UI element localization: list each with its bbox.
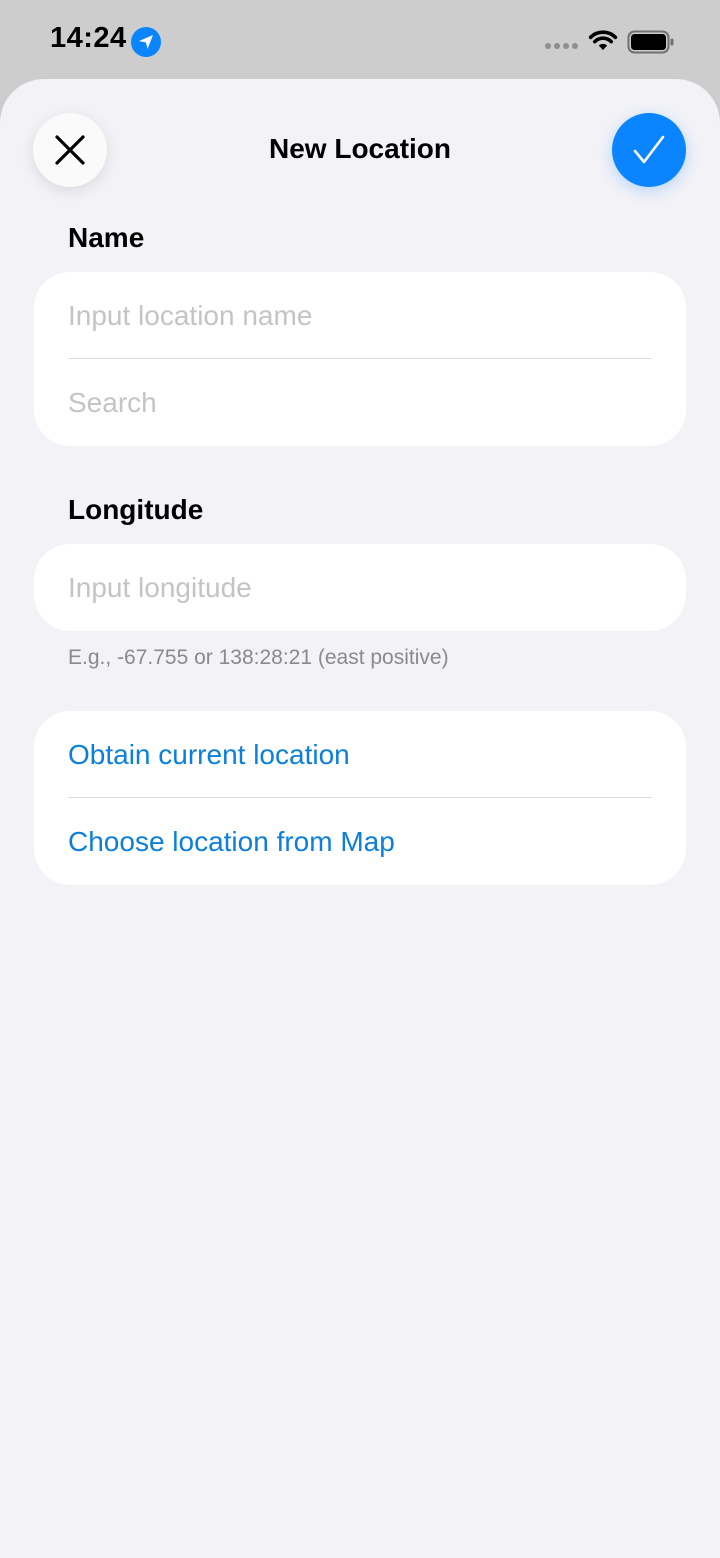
new-location-sheet: New Location Name Longitude E.g., -67.75… <box>0 79 720 1558</box>
name-card <box>34 272 686 446</box>
battery-icon <box>627 30 674 54</box>
cellular-dots-icon <box>545 43 578 49</box>
search-input[interactable] <box>68 359 652 446</box>
longitude-card <box>34 544 686 631</box>
location-actions-card: Obtain current location Choose location … <box>34 711 686 885</box>
longitude-section-label: Longitude <box>68 494 204 525</box>
choose-location-from-map-row[interactable]: Choose location from Map <box>34 798 686 885</box>
obtain-current-location-row[interactable]: Obtain current location <box>34 711 686 798</box>
name-row <box>34 272 686 359</box>
location-name-input[interactable] <box>68 272 652 359</box>
status-time: 14:24 <box>50 22 127 54</box>
location-arrow-icon <box>131 27 161 57</box>
wifi-icon <box>588 30 618 50</box>
longitude-hint: E.g., -67.755 or 138:28:21 (east positiv… <box>68 646 449 669</box>
checkmark-icon <box>633 135 665 164</box>
name-section-label: Name <box>68 222 145 253</box>
obtain-current-location-button[interactable]: Obtain current location <box>68 711 350 798</box>
done-button[interactable] <box>612 113 686 187</box>
status-bar: 14:24 <box>0 0 720 80</box>
longitude-row <box>34 544 686 631</box>
search-row <box>34 359 686 446</box>
longitude-input[interactable] <box>68 544 652 631</box>
choose-location-from-map-button[interactable]: Choose location from Map <box>68 798 395 885</box>
